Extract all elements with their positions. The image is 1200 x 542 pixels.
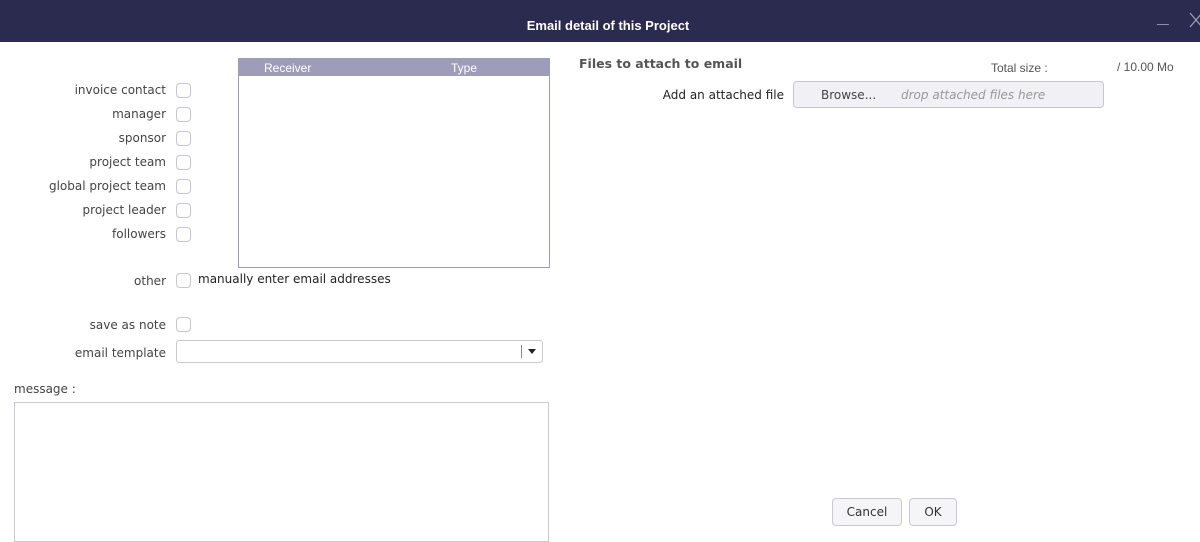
project-leader-label: project leader [82, 203, 166, 217]
file-drop-zone[interactable]: Browse... drop attached files here [793, 81, 1104, 108]
save-as-note-checkbox[interactable] [176, 317, 191, 332]
browse-button[interactable]: Browse... [821, 88, 876, 102]
size-limit: / 10.00 Mo [1117, 60, 1174, 74]
email-template-select[interactable] [176, 340, 543, 363]
drop-hint: drop attached files here [901, 88, 1046, 102]
save-as-note-label: save as note [89, 318, 166, 332]
global-project-team-label: global project team [48, 179, 166, 193]
project-leader-checkbox[interactable] [176, 203, 191, 218]
dropdown-arrow-icon[interactable] [528, 349, 536, 354]
ok-button[interactable]: OK [909, 498, 957, 526]
invoice-contact-label: invoice contact [74, 83, 166, 97]
manager-label: manager [112, 107, 166, 121]
project-team-label: project team [89, 155, 166, 169]
receiver-table-header: Receiver Type [239, 59, 549, 76]
global-project-team-checkbox[interactable] [176, 179, 191, 194]
total-size-label: Total size : [991, 61, 1048, 75]
manager-checkbox[interactable] [176, 107, 191, 122]
message-textarea[interactable] [14, 402, 549, 542]
sponsor-checkbox[interactable] [176, 131, 191, 146]
invoice-contact-checkbox[interactable] [176, 83, 191, 98]
select-divider [521, 345, 522, 358]
other-checkbox[interactable] [176, 273, 191, 288]
cancel-button[interactable]: Cancel [832, 498, 902, 526]
dialog-title: Email detail of this Project [526, 18, 690, 33]
message-label: message : [14, 382, 76, 396]
followers-checkbox[interactable] [176, 227, 191, 242]
followers-label: followers [112, 227, 166, 241]
minimize-icon[interactable] [1148, 8, 1178, 32]
close-icon[interactable] [1182, 8, 1200, 32]
receiver-table[interactable]: Receiver Type [238, 58, 550, 268]
type-column-header[interactable]: Type [451, 61, 511, 75]
email-template-label: email template [74, 346, 166, 360]
sponsor-label: sponsor [118, 131, 166, 145]
other-label: other [134, 274, 166, 288]
receiver-column-header[interactable]: Receiver [264, 61, 364, 75]
dialog-titlebar: Email detail of this Project [0, 0, 1200, 42]
close-icon-glyph [1189, 12, 1200, 28]
project-team-checkbox[interactable] [176, 155, 191, 170]
manual-email-label: manually enter email addresses [198, 272, 391, 286]
files-heading: Files to attach to email [579, 56, 743, 71]
add-attached-file-label: Add an attached file [662, 88, 784, 102]
